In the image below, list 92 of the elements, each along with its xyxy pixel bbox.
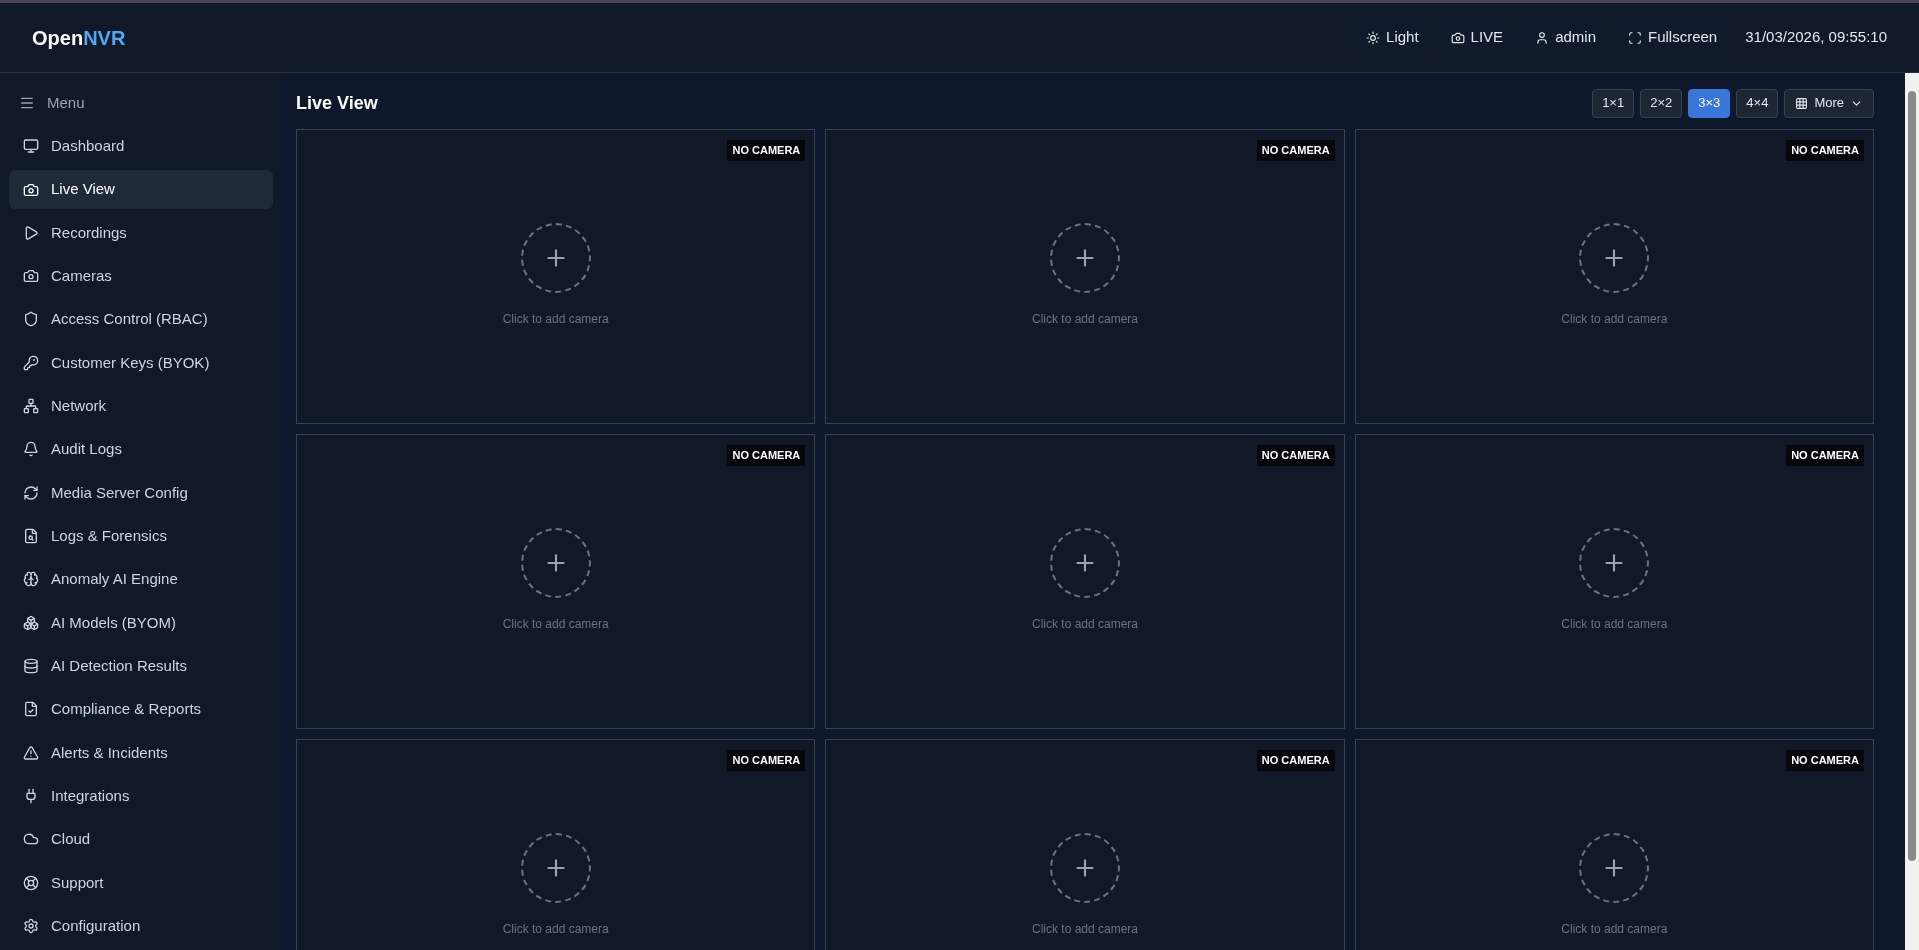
header-button[interactable]: Light [1354, 18, 1431, 57]
add-camera-hint: Click to add camera [1031, 616, 1138, 633]
sun-icon [1366, 30, 1381, 45]
add-icon [520, 833, 591, 903]
lifebuoy-icon [23, 874, 39, 891]
fullscreen-icon [1628, 30, 1642, 45]
page-title: Live View [296, 91, 378, 115]
nav-item[interactable]: Compliance & Reports [9, 690, 273, 729]
layout-button[interactable]: 3×3 [1688, 88, 1731, 118]
layout-button[interactable]: 4×4 [1736, 88, 1779, 118]
layout-button[interactable]: 1×1 [1592, 88, 1635, 118]
add-icon [520, 528, 591, 598]
add-icon [1050, 528, 1120, 598]
nav-item[interactable]: Live View [9, 170, 273, 209]
camera-icon [23, 181, 39, 198]
nav-item[interactable]: Anomaly AI Engine [9, 560, 273, 599]
date-time: 31/03/2026, 09:55:10 [1745, 27, 1887, 48]
nav-item[interactable]: Cloud [9, 820, 273, 859]
play-icon [23, 224, 39, 241]
no-camera-badge: NO CAMERA [1786, 140, 1864, 161]
refresh-icon [23, 484, 39, 501]
add-icon [1579, 833, 1650, 903]
logo: OpenNVR [32, 25, 126, 51]
database-icon [23, 658, 39, 675]
boxes-icon [23, 614, 39, 631]
camera-icon [23, 268, 39, 285]
grid-icon [1795, 96, 1809, 110]
add-icon [1050, 833, 1120, 903]
add-icon [520, 223, 591, 293]
header-button[interactable]: LIVE [1438, 18, 1516, 57]
no-camera-badge: NO CAMERA [727, 445, 806, 466]
key-icon [23, 354, 39, 371]
nav-item[interactable]: Audit Logs [9, 430, 273, 469]
no-camera-badge: NO CAMERA [727, 140, 806, 161]
no-camera-badge: NO CAMERA [1256, 750, 1335, 771]
camera-tile[interactable]: NO CAMERA Click to add camera [825, 129, 1345, 424]
add-camera-hint: Click to add camera [502, 921, 609, 938]
add-camera-hint: Click to add camera [502, 311, 609, 328]
nav-item[interactable]: Support [9, 863, 273, 903]
file-check-icon [23, 701, 39, 718]
add-icon [1579, 528, 1650, 598]
nav-item[interactable]: Integrations [9, 776, 273, 816]
bell-icon [23, 441, 39, 458]
more-button[interactable]: More [1784, 88, 1874, 118]
scrollbar[interactable] [1905, 73, 1919, 950]
add-camera-hint: Click to add camera [1561, 616, 1668, 633]
camera-tile[interactable]: NO CAMERA Click to add camera [296, 739, 816, 950]
no-camera-badge: NO CAMERA [727, 750, 806, 771]
network-icon [23, 398, 39, 415]
warning-icon [23, 744, 39, 761]
nav-item[interactable]: Dashboard [9, 126, 273, 166]
add-icon [1050, 223, 1120, 293]
add-camera-hint: Click to add camera [502, 616, 609, 633]
no-camera-badge: NO CAMERA [1786, 750, 1864, 771]
nav-item[interactable]: Configuration [9, 906, 273, 946]
nav-item[interactable]: Logs & Forensics [9, 516, 273, 556]
nav-item[interactable]: Customer Keys (BYOK) [9, 343, 273, 383]
plug-icon [23, 788, 39, 805]
nav-item[interactable]: AI Models (BYOM) [9, 603, 273, 643]
nav-item[interactable]: Alerts & Incidents [9, 733, 273, 773]
brain-icon [23, 571, 39, 588]
camera-tile[interactable]: NO CAMERA Click to add camera [825, 434, 1345, 729]
no-camera-badge: NO CAMERA [1786, 445, 1864, 466]
nav-item[interactable]: Access Control (RBAC) [9, 300, 273, 339]
add-camera-hint: Click to add camera [1031, 311, 1138, 328]
header-button[interactable]: admin [1523, 18, 1608, 57]
add-camera-hint: Click to add camera [1031, 921, 1138, 938]
add-camera-hint: Click to add camera [1561, 921, 1668, 938]
no-camera-badge: NO CAMERA [1256, 445, 1335, 466]
camera-tile[interactable]: NO CAMERA Click to add camera [1354, 129, 1874, 424]
no-camera-badge: NO CAMERA [1256, 140, 1335, 161]
user-icon [1535, 30, 1550, 45]
add-camera-hint: Click to add camera [1561, 311, 1668, 328]
monitor-icon [23, 138, 39, 155]
shield-icon [23, 311, 39, 328]
header-button[interactable]: Fullscreen [1616, 18, 1730, 57]
camera-tile[interactable]: NO CAMERA Click to add camera [296, 129, 816, 424]
nav-item[interactable]: Network [9, 386, 273, 426]
camera-tile[interactable]: NO CAMERA Click to add camera [825, 739, 1345, 950]
nav-item[interactable]: Media Server Config [9, 473, 273, 513]
file-search-icon [23, 528, 39, 545]
nav-item[interactable]: AI Detection Results [9, 646, 273, 686]
layout-button[interactable]: 2×2 [1640, 88, 1683, 118]
camera-tile[interactable]: NO CAMERA Click to add camera [1354, 434, 1874, 729]
nav-item[interactable]: Cameras [9, 256, 273, 296]
nav-item[interactable]: Recordings [9, 213, 273, 253]
settings-icon [23, 918, 39, 935]
camera-icon [1450, 30, 1465, 45]
menu-toggle[interactable]: Menu [9, 89, 273, 117]
camera-tile[interactable]: NO CAMERA Click to add camera [296, 434, 816, 729]
add-icon [1579, 223, 1650, 293]
camera-tile[interactable]: NO CAMERA Click to add camera [1354, 739, 1874, 950]
